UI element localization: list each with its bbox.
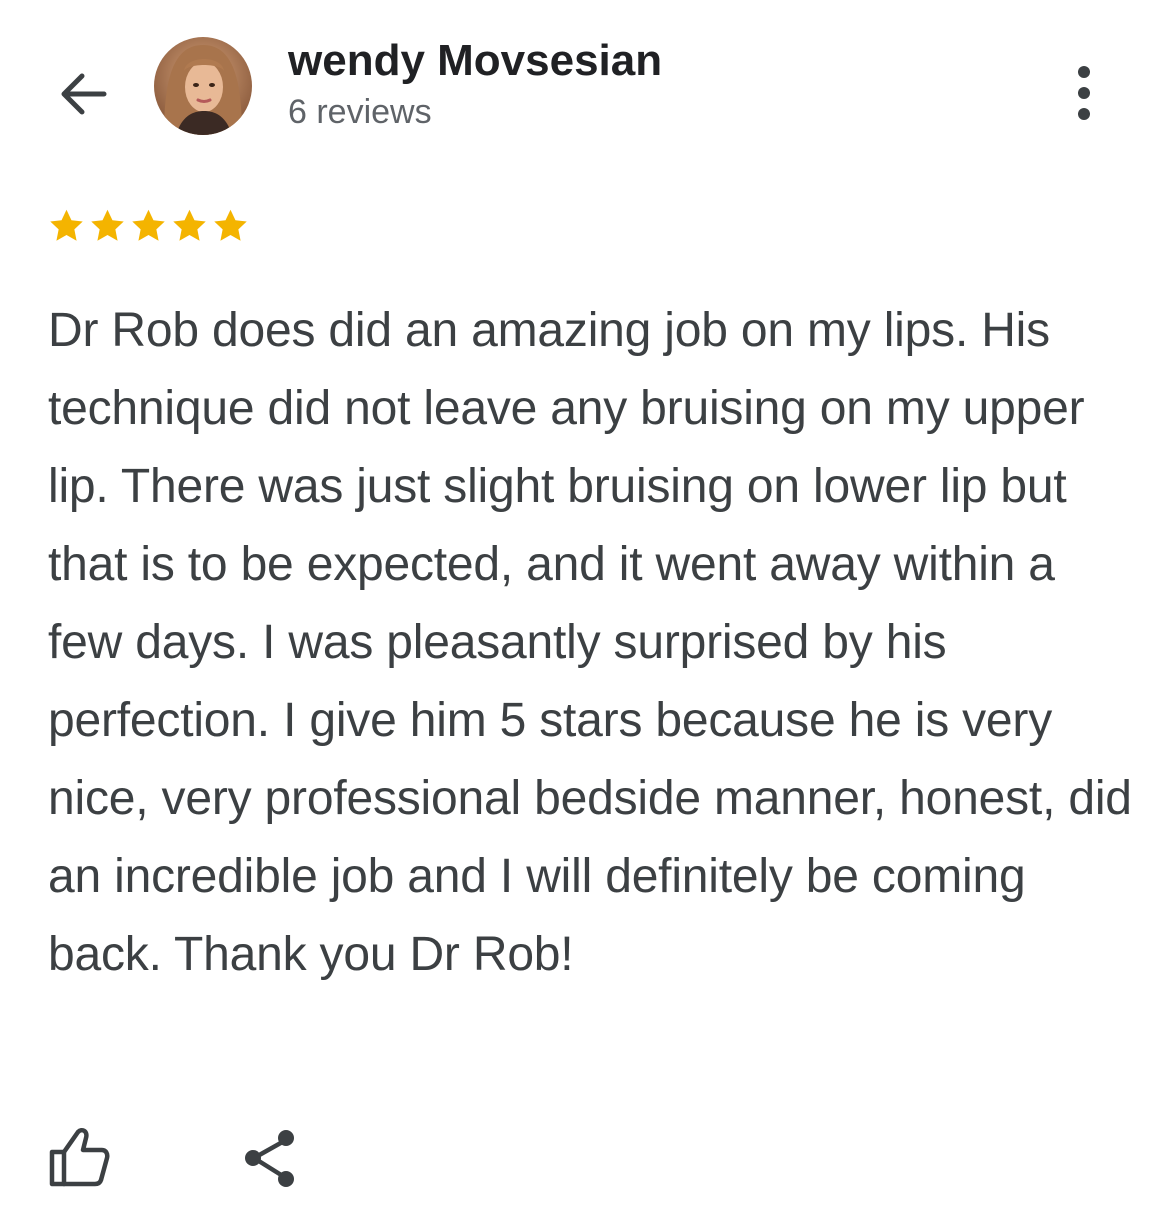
thumb-up-icon (49, 1128, 110, 1187)
arrow-back-icon (61, 73, 107, 115)
reviewer-review-count[interactable]: 6 reviews (288, 90, 432, 134)
review-header: wendy Movsesian 6 reviews (0, 0, 1169, 160)
back-button[interactable] (46, 58, 118, 130)
share-button[interactable] (236, 1122, 306, 1192)
more-options-button[interactable] (1056, 58, 1112, 128)
like-button[interactable] (44, 1122, 114, 1192)
review-text: Dr Rob does did an amazing job on my lip… (48, 304, 1132, 981)
avatar-image (154, 37, 252, 135)
star-icon (50, 209, 83, 241)
avatar[interactable] (154, 37, 252, 135)
reviewer-name[interactable]: wendy Movsesian (288, 34, 662, 88)
more-vert-icon (1078, 66, 1090, 120)
share-icon (245, 1130, 294, 1187)
star-icon (91, 209, 124, 241)
star-icon (173, 209, 206, 241)
star-rating (46, 204, 251, 250)
star-icon (214, 209, 247, 241)
star-icon (132, 209, 165, 241)
